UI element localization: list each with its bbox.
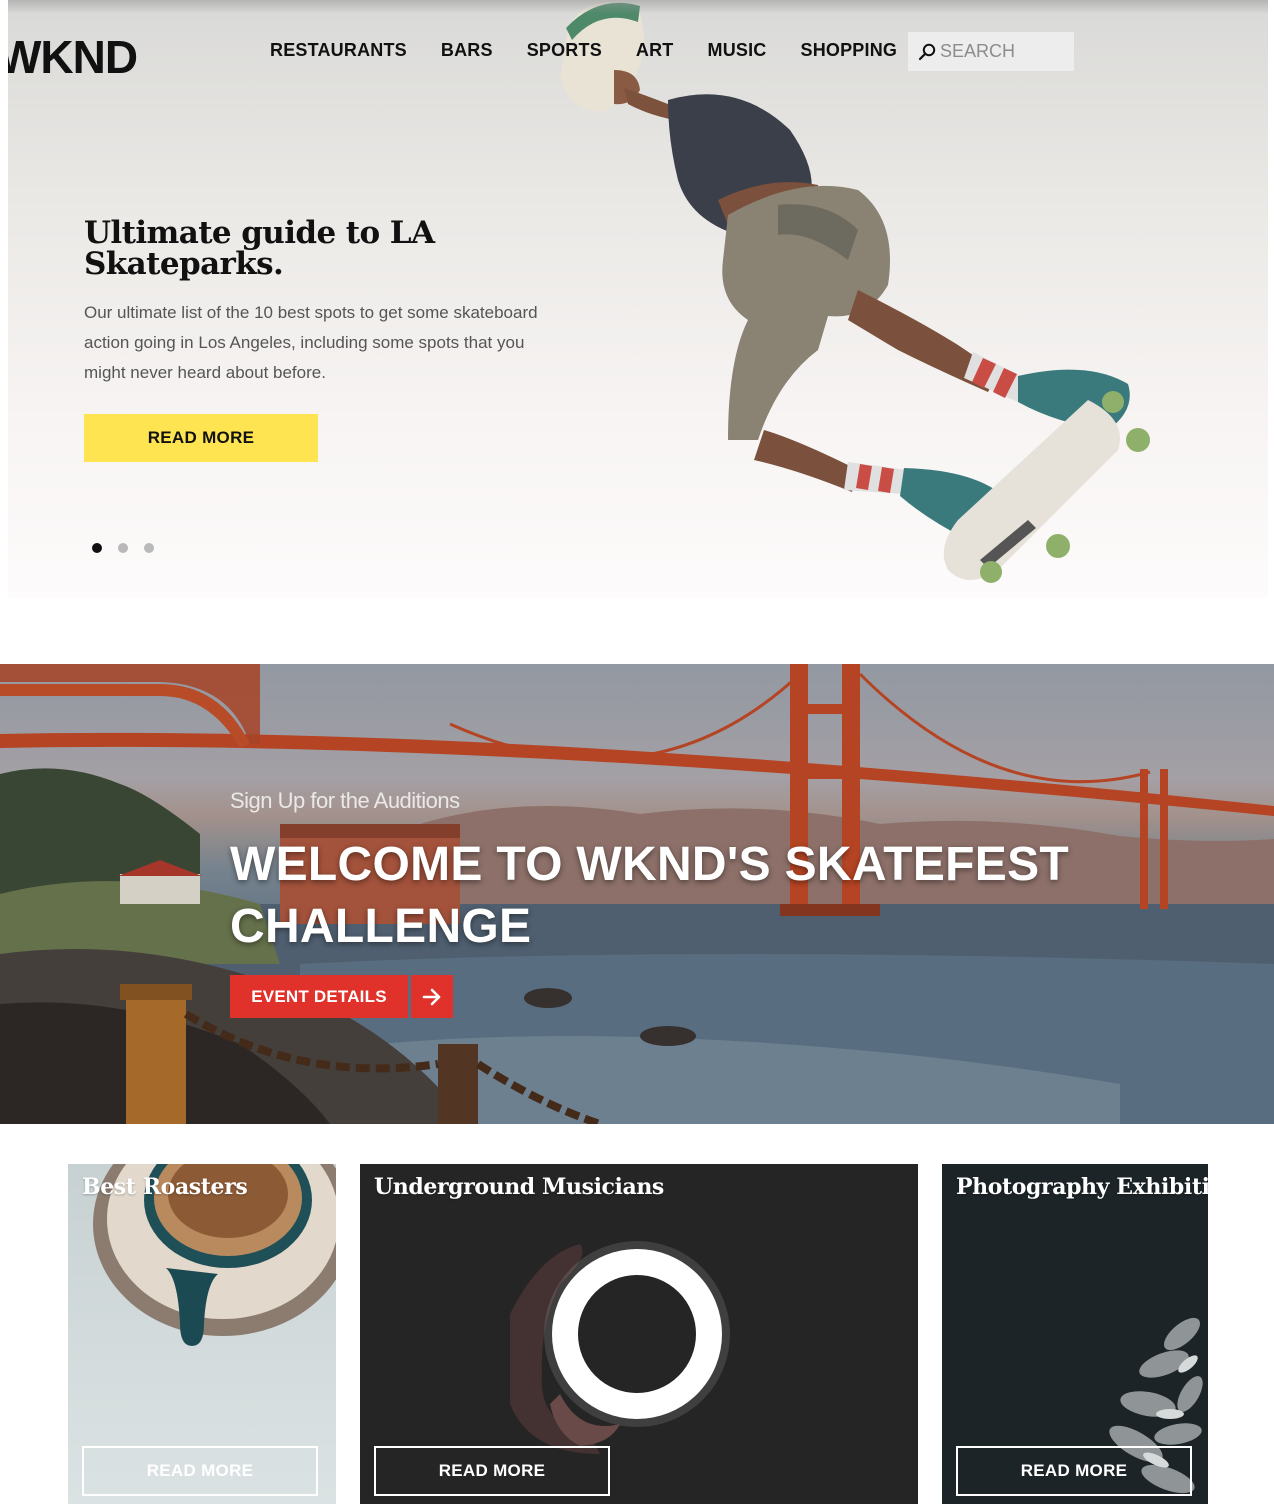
card-read-more-button[interactable]: READ MORE xyxy=(956,1446,1192,1496)
carousel-indicators xyxy=(92,543,170,553)
site-logo[interactable]: WKND xyxy=(8,30,138,84)
arrow-right-icon[interactable] xyxy=(411,975,453,1018)
hero-read-more-button[interactable]: READ MORE xyxy=(84,414,318,462)
hero-description: Our ultimate list of the 10 best spots t… xyxy=(84,303,538,382)
skater-photo xyxy=(560,2,1150,583)
nav-item-restaurants[interactable]: RESTAURANTS xyxy=(270,40,407,61)
card-underground-musicians[interactable]: Underground Musicians READ MORE xyxy=(360,1164,918,1504)
hero-title: Ultimate guide to LA Skateparks. xyxy=(84,215,435,282)
card-read-more-button[interactable]: READ MORE xyxy=(374,1446,610,1496)
banner-title: WELCOME TO WKND'S SKATEFEST CHALLENGE xyxy=(230,838,1070,953)
carousel-dot-2[interactable] xyxy=(118,543,128,553)
event-details-label[interactable]: EVENT DETAILS xyxy=(230,975,408,1018)
carousel-dot-3[interactable] xyxy=(144,543,154,553)
banner-subtitle: Sign Up for the Auditions xyxy=(230,788,460,813)
event-banner: Sign Up for the Auditions WELCOME TO WKN… xyxy=(0,664,1274,1124)
card-best-roasters[interactable]: Best Roasters READ MORE xyxy=(68,1164,336,1504)
carousel-dot-1[interactable] xyxy=(92,543,102,553)
card-title: Best Roasters xyxy=(82,1174,248,1200)
search-icon xyxy=(918,43,936,60)
nav-item-music[interactable]: MUSIC xyxy=(708,40,767,61)
card-photography-exhibitions[interactable]: Photography Exhibitions READ MORE xyxy=(942,1164,1208,1504)
nav-item-shopping[interactable]: SHOPPING xyxy=(801,40,898,61)
search-input[interactable] xyxy=(940,41,1068,62)
search-box[interactable] xyxy=(908,32,1074,71)
main-nav: RESTAURANTS BARS SPORTS ART MUSIC SHOPPI… xyxy=(270,40,931,61)
card-title: Underground Musicians xyxy=(374,1174,664,1200)
nav-item-art[interactable]: ART xyxy=(636,40,674,61)
event-details-button[interactable]: EVENT DETAILS xyxy=(230,975,453,1018)
card-title: Photography Exhibitions xyxy=(956,1174,1208,1200)
hero-carousel: WKND RESTAURANTS BARS SPORTS ART MUSIC S… xyxy=(8,0,1268,598)
top-shade xyxy=(8,0,1268,14)
nav-item-bars[interactable]: BARS xyxy=(441,40,493,61)
card-read-more-button[interactable]: READ MORE xyxy=(82,1446,318,1496)
nav-item-sports[interactable]: SPORTS xyxy=(527,40,602,61)
